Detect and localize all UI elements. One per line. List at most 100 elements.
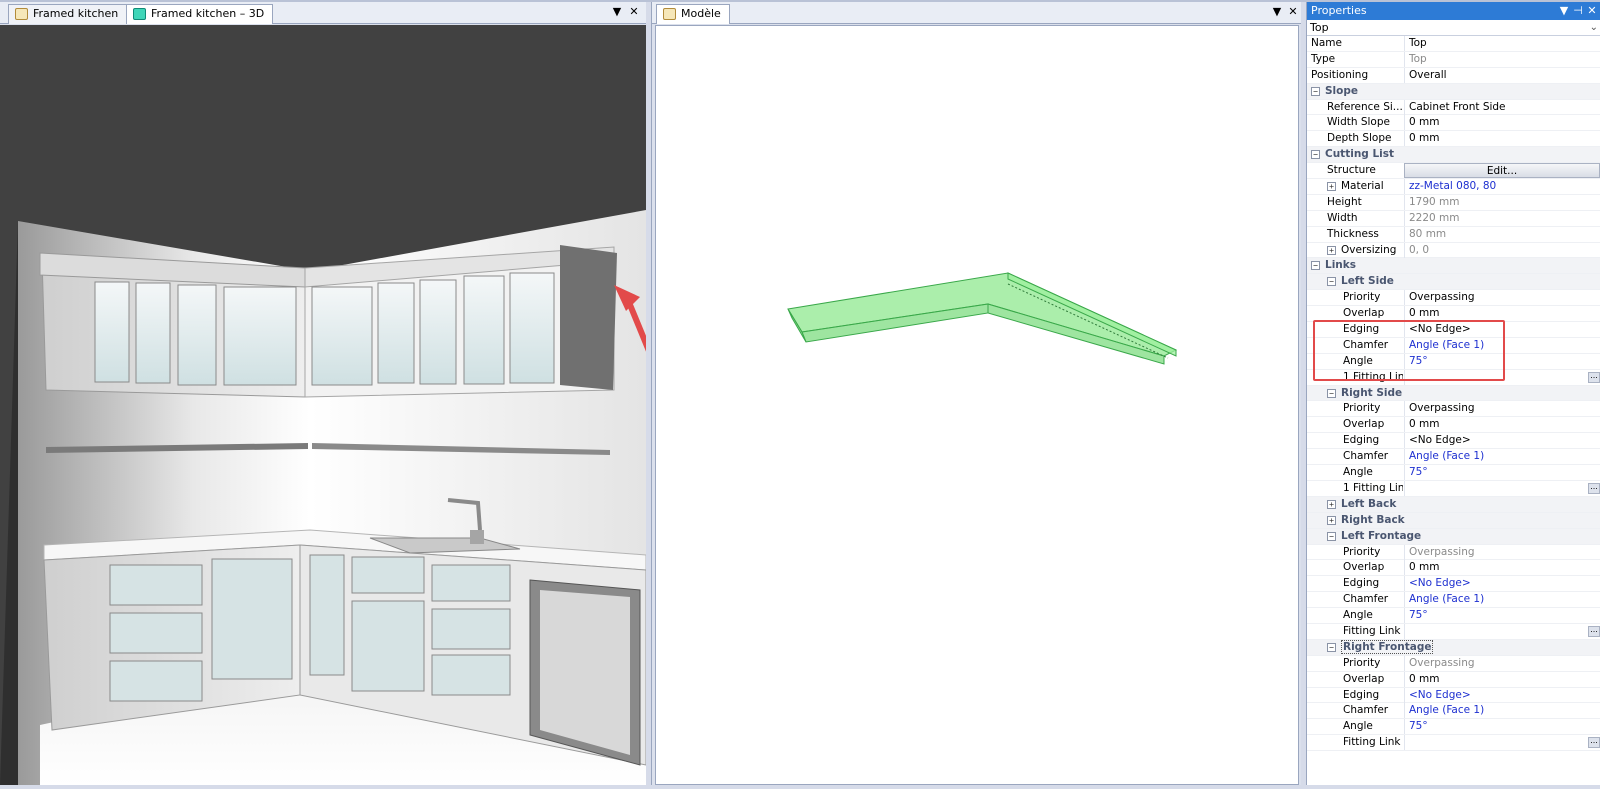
property-value[interactable]: 1790 mm: [1404, 194, 1600, 210]
property-value[interactable]: Angle (Face 1): [1404, 592, 1600, 608]
property-value[interactable]: Overpassing: [1404, 290, 1600, 306]
property-row[interactable]: Type Top: [1307, 51, 1600, 68]
property-row[interactable]: Overlap 0 mm: [1307, 560, 1600, 577]
ellipsis-button[interactable]: ...: [1588, 737, 1600, 749]
property-row[interactable]: 1 Fitting Link...: [1307, 369, 1600, 386]
property-row[interactable]: Width 2220 mm: [1307, 210, 1600, 227]
property-value[interactable]: Angle (Face 1): [1404, 703, 1600, 719]
property-row[interactable]: Overlap 0 mm: [1307, 417, 1600, 434]
property-row[interactable]: + Oversizing 0, 0: [1307, 242, 1600, 259]
property-row[interactable]: Edging <No Edge>: [1307, 322, 1600, 338]
tab-framed-kitchen-3d[interactable]: Framed kitchen – 3D: [126, 4, 274, 24]
property-row[interactable]: Overlap 0 mm: [1307, 306, 1600, 323]
property-row[interactable]: Chamfer Angle (Face 1): [1307, 592, 1600, 609]
property-row[interactable]: Priority Overpassing: [1307, 290, 1600, 307]
property-category[interactable]: − Cutting List: [1307, 147, 1600, 164]
property-value[interactable]: <No Edge>: [1404, 576, 1600, 592]
property-row[interactable]: Overlap 0 mm: [1307, 671, 1600, 688]
property-row[interactable]: Angle 75°: [1307, 608, 1600, 624]
property-row[interactable]: Structure Edit...: [1307, 163, 1600, 180]
pin-icon[interactable]: ⊣: [1572, 2, 1584, 20]
property-row[interactable]: Chamfer Angle (Face 1): [1307, 703, 1600, 720]
property-row[interactable]: Depth Slope 0 mm: [1307, 131, 1600, 148]
property-value[interactable]: 75°: [1404, 353, 1600, 369]
property-row[interactable]: Positioning Overall: [1307, 67, 1600, 84]
model-viewport[interactable]: [655, 25, 1299, 785]
property-category[interactable]: − Right Frontage: [1307, 639, 1600, 656]
property-value[interactable]: 0 mm: [1404, 417, 1600, 433]
property-value[interactable]: Overpassing: [1404, 544, 1600, 560]
tab-label: Modèle: [681, 7, 721, 20]
property-name: Chamfer: [1343, 704, 1389, 717]
property-value[interactable]: 2220 mm: [1404, 210, 1600, 226]
property-row[interactable]: Width Slope 0 mm: [1307, 115, 1600, 132]
property-value[interactable]: Overpassing: [1404, 655, 1600, 671]
object-selector[interactable]: Top ⌄: [1307, 20, 1600, 36]
property-value[interactable]: [1404, 480, 1600, 496]
property-category[interactable]: − Right Side: [1307, 385, 1600, 402]
property-row[interactable]: Angle 75°: [1307, 353, 1600, 370]
property-row[interactable]: Reference Si... Cabinet Front Side: [1307, 99, 1600, 116]
property-value[interactable]: Angle (Face 1): [1404, 337, 1600, 353]
close-icon[interactable]: ✕: [1586, 2, 1598, 20]
property-row[interactable]: Edging <No Edge>: [1307, 433, 1600, 450]
property-value[interactable]: zz-Metal 080, 80: [1404, 179, 1600, 195]
property-category[interactable]: + Right Back: [1307, 512, 1600, 529]
property-value[interactable]: <No Edge>: [1404, 433, 1600, 449]
property-row[interactable]: Chamfer Angle (Face 1): [1307, 449, 1600, 466]
property-category[interactable]: − Left Frontage: [1307, 528, 1600, 545]
close-icon[interactable]: ✕: [1286, 5, 1300, 19]
property-value[interactable]: 0, 0: [1404, 242, 1600, 258]
kitchen-3d-viewport[interactable]: [0, 25, 646, 785]
property-value[interactable]: 75°: [1404, 608, 1600, 624]
property-category[interactable]: − Links: [1307, 258, 1600, 275]
property-category[interactable]: + Left Back: [1307, 496, 1600, 513]
property-row[interactable]: 1 Fitting Link...: [1307, 480, 1600, 497]
tab-list-dropdown-icon[interactable]: ▼: [1270, 5, 1284, 19]
ellipsis-button[interactable]: ...: [1588, 482, 1600, 494]
ellipsis-button[interactable]: ...: [1588, 371, 1600, 383]
property-value[interactable]: [1404, 623, 1600, 639]
property-value[interactable]: [1404, 369, 1600, 385]
property-value[interactable]: 0 mm: [1404, 671, 1600, 687]
property-row[interactable]: Chamfer Angle (Face 1): [1307, 337, 1600, 354]
property-value[interactable]: [1404, 735, 1600, 751]
property-value[interactable]: Cabinet Front Side: [1404, 99, 1600, 115]
property-value[interactable]: 0 mm: [1404, 560, 1600, 576]
property-row[interactable]: Angle 75°: [1307, 719, 1600, 736]
ellipsis-button[interactable]: ...: [1588, 625, 1600, 637]
property-value[interactable]: 75°: [1404, 465, 1600, 481]
property-row[interactable]: Name Top: [1307, 36, 1600, 52]
property-row[interactable]: Priority Overpassing: [1307, 655, 1600, 672]
property-value[interactable]: 80 mm: [1404, 226, 1600, 242]
property-value[interactable]: Angle (Face 1): [1404, 449, 1600, 465]
property-value[interactable]: <No Edge>: [1404, 322, 1600, 338]
property-category[interactable]: − Slope: [1307, 83, 1600, 100]
dropdown-icon[interactable]: ▼: [1558, 2, 1570, 20]
close-icon[interactable]: ✕: [627, 5, 641, 19]
property-value[interactable]: 0 mm: [1404, 115, 1600, 131]
property-row[interactable]: Priority Overpassing: [1307, 401, 1600, 418]
property-row[interactable]: + Material zz-Metal 080, 80: [1307, 179, 1600, 195]
property-value[interactable]: 0 mm: [1404, 131, 1600, 147]
property-value[interactable]: 75°: [1404, 719, 1600, 735]
property-row[interactable]: Edging <No Edge>: [1307, 687, 1600, 704]
edit-structure-button[interactable]: Edit...: [1404, 163, 1600, 179]
property-row[interactable]: Angle 75°: [1307, 465, 1600, 481]
property-row[interactable]: Fitting Link...: [1307, 623, 1600, 640]
property-value[interactable]: Overall: [1404, 67, 1600, 83]
property-value[interactable]: Top: [1404, 36, 1600, 51]
property-row[interactable]: Height 1790 mm: [1307, 194, 1600, 211]
tab-list-dropdown-icon[interactable]: ▼: [610, 5, 624, 19]
property-value[interactable]: 0 mm: [1404, 306, 1600, 322]
tab-framed-kitchen[interactable]: Framed kitchen: [8, 4, 128, 24]
property-row[interactable]: Edging <No Edge>: [1307, 576, 1600, 593]
property-value[interactable]: <No Edge>: [1404, 687, 1600, 703]
tab-modele[interactable]: Modèle: [656, 4, 730, 24]
property-value[interactable]: Overpassing: [1404, 401, 1600, 417]
property-row[interactable]: Thickness 80 mm: [1307, 226, 1600, 243]
property-row[interactable]: Fitting Link...: [1307, 735, 1600, 752]
property-category[interactable]: − Left Side: [1307, 274, 1600, 291]
property-row[interactable]: Priority Overpassing: [1307, 544, 1600, 561]
property-value[interactable]: Top: [1404, 51, 1600, 67]
